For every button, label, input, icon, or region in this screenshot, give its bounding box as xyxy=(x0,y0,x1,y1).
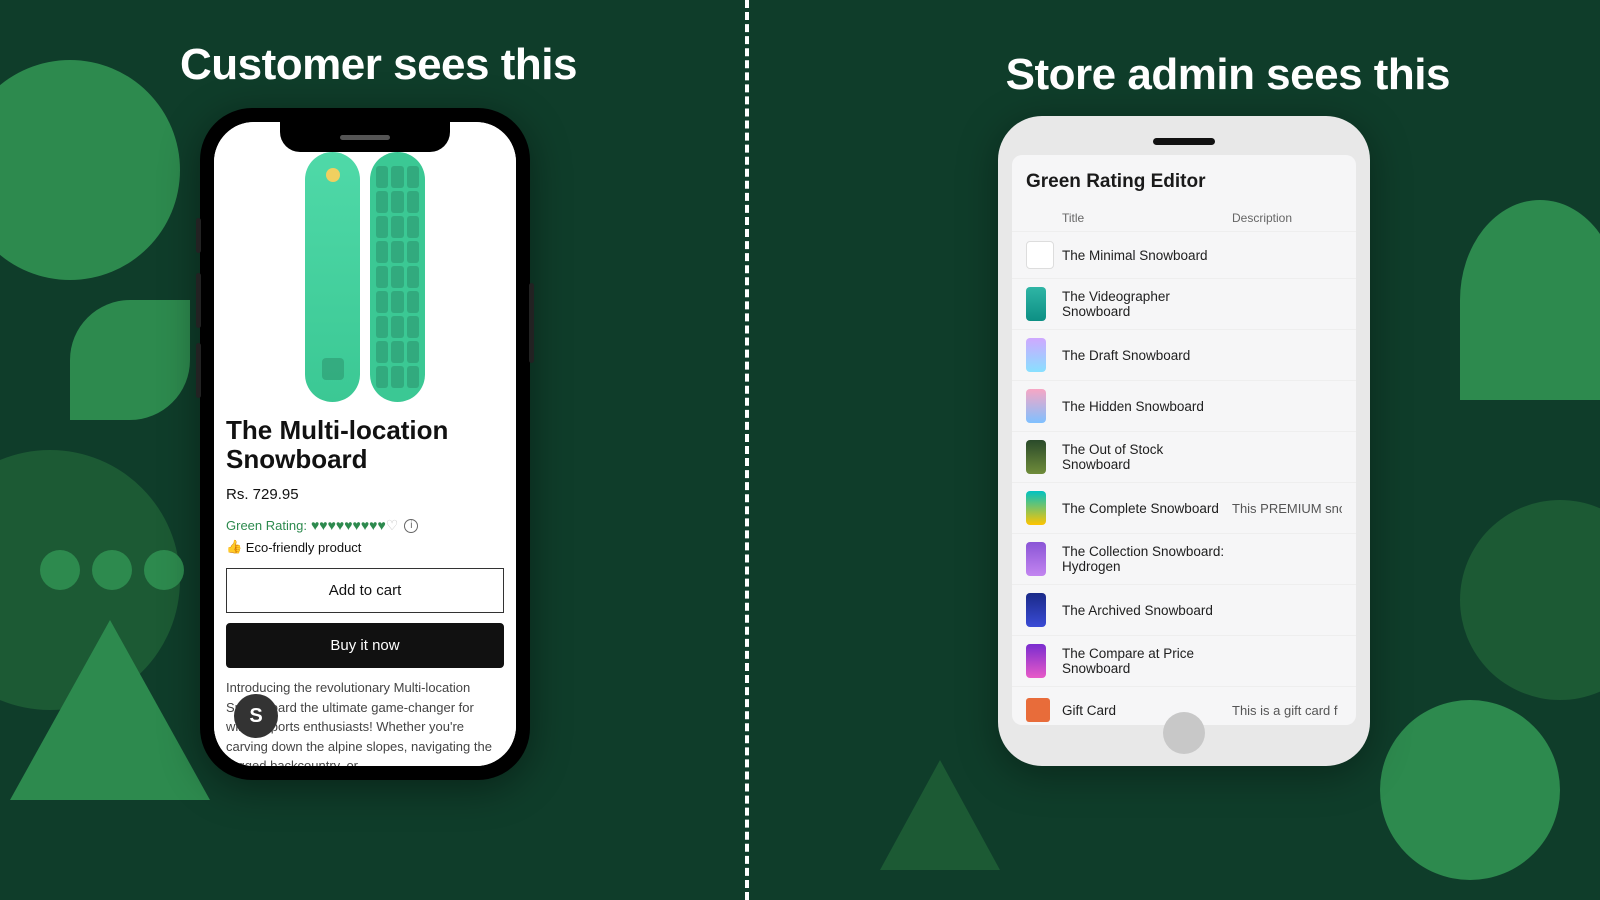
admin-phone-frame: Green Rating Editor Title Description Th… xyxy=(998,116,1370,766)
thumbs-up-icon: 👍 xyxy=(226,539,242,555)
product-thumbnail xyxy=(1026,338,1046,372)
green-rating: Green Rating: ♥♥♥♥♥♥♥♥♥♡ i xyxy=(226,517,504,534)
heart-icon: ♥ xyxy=(311,517,319,533)
heart-icon: ♥ xyxy=(344,517,352,533)
heart-icon: ♥ xyxy=(377,517,385,533)
product-thumbnail xyxy=(1026,698,1050,722)
product-thumbnail xyxy=(1026,440,1046,474)
product-title: The Multi-location Snowboard xyxy=(226,416,504,474)
phone-side-button xyxy=(196,343,201,398)
table-header: Title Description xyxy=(1012,205,1356,231)
column-description: Description xyxy=(1232,211,1342,225)
add-to-cart-button[interactable]: Add to cart xyxy=(226,568,504,613)
table-row[interactable]: The Compare at Price Snowboard xyxy=(1012,635,1356,686)
phone-side-button xyxy=(196,218,201,253)
table-row[interactable]: The Complete SnowboardThis PREMIUM sno xyxy=(1012,482,1356,533)
row-title: The Hidden Snowboard xyxy=(1062,399,1232,414)
buy-it-now-button[interactable]: Buy it now xyxy=(226,623,504,668)
bg-shape xyxy=(1460,200,1600,400)
info-icon[interactable]: i xyxy=(404,519,418,533)
heading-customer: Customer sees this xyxy=(180,40,577,90)
product-image-front xyxy=(305,152,360,402)
table-row[interactable]: The Collection Snowboard: Hydrogen xyxy=(1012,533,1356,584)
heart-icon: ♥ xyxy=(328,517,336,533)
phone-speaker xyxy=(1153,138,1215,145)
product-thumbnail xyxy=(1026,389,1046,423)
row-title: The Videographer Snowboard xyxy=(1062,289,1232,319)
bg-shape xyxy=(1380,700,1560,880)
table-row[interactable]: The Minimal Snowboard xyxy=(1012,231,1356,278)
row-description: This is a gift card f xyxy=(1232,703,1342,718)
column-title: Title xyxy=(1062,211,1232,225)
table-row[interactable]: The Out of Stock Snowboard xyxy=(1012,431,1356,482)
customer-phone-frame: The Multi-location Snowboard Rs. 729.95 … xyxy=(200,108,530,780)
row-title: The Collection Snowboard: Hydrogen xyxy=(1062,544,1232,574)
table-row[interactable]: The Draft Snowboard xyxy=(1012,329,1356,380)
home-button[interactable] xyxy=(1163,712,1205,754)
row-title: The Complete Snowboard xyxy=(1062,501,1232,516)
product-thumbnail xyxy=(1026,593,1046,627)
product-thumbnail xyxy=(1026,491,1046,525)
admin-page-title: Green Rating Editor xyxy=(1012,155,1356,205)
heart-empty-icon: ♡ xyxy=(386,517,399,533)
phone-side-button xyxy=(196,273,201,328)
heart-icon: ♥ xyxy=(336,517,344,533)
row-title: The Compare at Price Snowboard xyxy=(1062,646,1232,676)
product-thumbnail xyxy=(1026,644,1046,678)
eco-friendly-label: 👍 Eco-friendly product xyxy=(226,540,504,556)
row-title: The Minimal Snowboard xyxy=(1062,248,1232,263)
product-image-back xyxy=(370,152,425,402)
heart-icon: ♥ xyxy=(353,517,361,533)
bg-shape xyxy=(70,300,190,420)
product-thumbnail xyxy=(1026,241,1054,269)
table-row[interactable]: The Hidden Snowboard xyxy=(1012,380,1356,431)
bg-shape xyxy=(1460,500,1600,700)
phone-side-button xyxy=(529,283,534,363)
product-thumbnail xyxy=(1026,542,1046,576)
row-title: The Draft Snowboard xyxy=(1062,348,1232,363)
table-row[interactable]: The Archived Snowboard xyxy=(1012,584,1356,635)
row-description: This PREMIUM sno xyxy=(1232,501,1342,516)
product-image-area[interactable] xyxy=(214,122,516,410)
vertical-divider xyxy=(745,0,749,900)
row-title: Gift Card xyxy=(1062,703,1232,718)
bg-shape xyxy=(880,760,1000,870)
product-thumbnail xyxy=(1026,287,1046,321)
bg-dots xyxy=(40,550,184,590)
heart-icon: ♥ xyxy=(361,517,369,533)
heading-admin: Store admin sees this xyxy=(1006,50,1450,100)
phone-notch xyxy=(280,122,450,152)
heart-icon: ♥ xyxy=(319,517,327,533)
table-row[interactable]: The Videographer Snowboard xyxy=(1012,278,1356,329)
row-title: The Archived Snowboard xyxy=(1062,603,1232,618)
bg-shape xyxy=(0,60,180,280)
customer-screen: The Multi-location Snowboard Rs. 729.95 … xyxy=(214,122,516,766)
shop-badge-icon[interactable]: S xyxy=(234,694,278,738)
green-rating-label: Green Rating: xyxy=(226,518,307,533)
row-title: The Out of Stock Snowboard xyxy=(1062,442,1232,472)
admin-screen: Green Rating Editor Title Description Th… xyxy=(1012,155,1356,725)
bg-shape xyxy=(10,620,210,800)
product-price: Rs. 729.95 xyxy=(226,486,504,503)
